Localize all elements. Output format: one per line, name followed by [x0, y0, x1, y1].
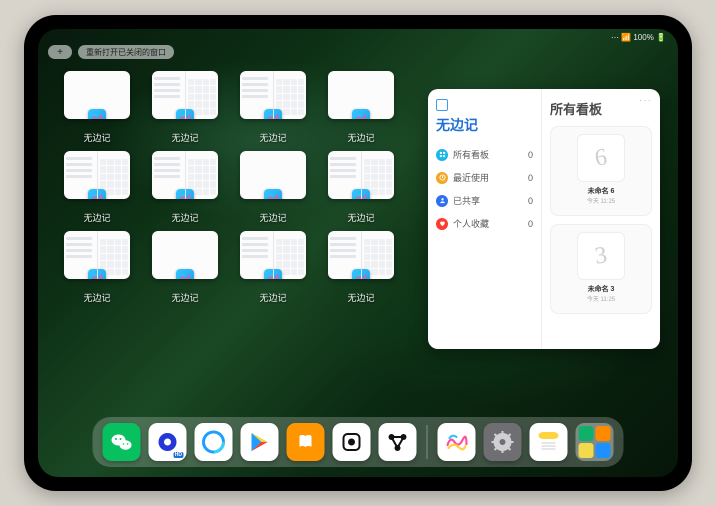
thumbnail-label: 无边记	[259, 211, 286, 224]
window-thumbnail[interactable]: 无边记	[324, 71, 398, 145]
status-right: ⋯ 📶 100% 🔋	[611, 33, 666, 42]
sidebar-item-count: 0	[528, 219, 533, 229]
dock-app-settings[interactable]	[484, 423, 522, 461]
thumbnail-label: 无边记	[347, 291, 374, 304]
dock: HD	[93, 417, 624, 467]
board-preview: 6	[577, 134, 625, 182]
sidebar-item-count: 0	[528, 150, 533, 160]
freeform-sidebar: 无边记 所有看板 0 最近使用 0 已共享 0 个人收藏 0	[428, 89, 542, 349]
sidebar-item-label: 最近使用	[453, 171, 489, 184]
board-name: 未命名 6	[588, 186, 615, 196]
sidebar-toggle-icon[interactable]	[436, 99, 448, 111]
window-thumbnail[interactable]: 无边记	[60, 71, 134, 145]
dock-app-play[interactable]	[241, 423, 279, 461]
window-thumbnail[interactable]: 无边记	[60, 231, 134, 305]
grid-icon	[436, 149, 448, 161]
board-time: 今天 11:25	[587, 196, 615, 205]
freeform-icon	[264, 269, 282, 279]
dock-app-quark[interactable]: HD	[149, 423, 187, 461]
freeform-icon	[264, 189, 282, 199]
dock-app-notes[interactable]	[530, 423, 568, 461]
window-thumbnail[interactable]: 无边记	[324, 151, 398, 225]
all-boards-title: 所有看板	[550, 99, 652, 118]
screen: ⋯ 📶 100% 🔋 + 重新打开已关闭的窗口 无边记无边记无边记无边记无边记无…	[38, 29, 678, 477]
sidebar-item-label: 已共享	[453, 194, 480, 207]
freeform-window[interactable]: ··· 无边记 所有看板0最近使用0已共享0个人收藏0 所有看板 6未命名 6今…	[428, 89, 660, 349]
ipad-frame: ⋯ 📶 100% 🔋 + 重新打开已关闭的窗口 无边记无边记无边记无边记无边记无…	[24, 15, 692, 491]
window-thumbnail[interactable]: 无边记	[148, 231, 222, 305]
heart-icon	[436, 218, 448, 230]
freeform-icon	[176, 189, 194, 199]
board-card[interactable]: 6 未命名 6今天 11:25	[550, 126, 652, 216]
status-bar: ⋯ 📶 100% 🔋	[38, 29, 678, 45]
freeform-title: 无边记	[436, 115, 533, 135]
dock-app-freeform[interactable]	[438, 423, 476, 461]
sidebar-item-count: 0	[528, 196, 533, 206]
board-preview: 3	[577, 232, 625, 280]
sidebar-item-label: 个人收藏	[453, 217, 489, 230]
board-name: 未命名 3	[588, 284, 615, 294]
window-thumbnail[interactable]: 无边记	[236, 151, 310, 225]
freeform-icon	[88, 189, 106, 199]
reopen-closed-window-button[interactable]: 重新打开已关闭的窗口	[78, 45, 174, 59]
dock-separator	[427, 425, 428, 459]
person-icon	[436, 195, 448, 207]
sidebar-item-clock[interactable]: 最近使用 0	[436, 166, 533, 189]
thumbnail-label: 无边记	[259, 291, 286, 304]
sidebar-item-person[interactable]: 已共享 0	[436, 189, 533, 212]
sidebar-item-count: 0	[528, 173, 533, 183]
board-time: 今天 11:25	[587, 294, 615, 303]
freeform-icon	[352, 109, 370, 119]
freeform-icon	[88, 269, 106, 279]
window-thumbnail[interactable]: 无边记	[236, 71, 310, 145]
app-switcher-grid: 无边记无边记无边记无边记无边记无边记无边记无边记无边记无边记无边记无边记	[60, 71, 390, 305]
freeform-icon	[88, 109, 106, 119]
window-thumbnail[interactable]: 无边记	[236, 231, 310, 305]
freeform-icon	[352, 269, 370, 279]
thumbnail-label: 无边记	[171, 211, 198, 224]
dock-app-wechat[interactable]	[103, 423, 141, 461]
freeform-content: 所有看板 6未命名 6今天 11:253未命名 3今天 11:25	[542, 89, 660, 349]
window-thumbnail[interactable]: 无边记	[148, 71, 222, 145]
thumbnail-label: 无边记	[347, 211, 374, 224]
freeform-icon	[176, 269, 194, 279]
top-controls: + 重新打开已关闭的窗口	[48, 45, 174, 59]
freeform-icon	[352, 189, 370, 199]
dock-app-dice[interactable]	[333, 423, 371, 461]
window-thumbnail[interactable]: 无边记	[148, 151, 222, 225]
sidebar-item-label: 所有看板	[453, 148, 489, 161]
dock-app-nodes[interactable]	[379, 423, 417, 461]
window-thumbnail[interactable]: 无边记	[60, 151, 134, 225]
dock-app-books[interactable]	[287, 423, 325, 461]
thumbnail-label: 无边记	[83, 131, 110, 144]
thumbnail-label: 无边记	[83, 211, 110, 224]
window-thumbnail[interactable]: 无边记	[324, 231, 398, 305]
thumbnail-label: 无边记	[347, 131, 374, 144]
clock-icon	[436, 172, 448, 184]
thumbnail-label: 无边记	[171, 131, 198, 144]
dock-app-library[interactable]	[576, 423, 614, 461]
new-window-button[interactable]: +	[48, 45, 72, 59]
sidebar-item-heart[interactable]: 个人收藏 0	[436, 212, 533, 235]
board-card[interactable]: 3 未命名 3今天 11:25	[550, 224, 652, 314]
sidebar-item-grid[interactable]: 所有看板 0	[436, 143, 533, 166]
freeform-icon	[264, 109, 282, 119]
dock-app-qqbrowser[interactable]	[195, 423, 233, 461]
freeform-icon	[176, 109, 194, 119]
thumbnail-label: 无边记	[171, 291, 198, 304]
thumbnail-label: 无边记	[259, 131, 286, 144]
thumbnail-label: 无边记	[83, 291, 110, 304]
window-more-icon[interactable]: ···	[639, 95, 652, 106]
